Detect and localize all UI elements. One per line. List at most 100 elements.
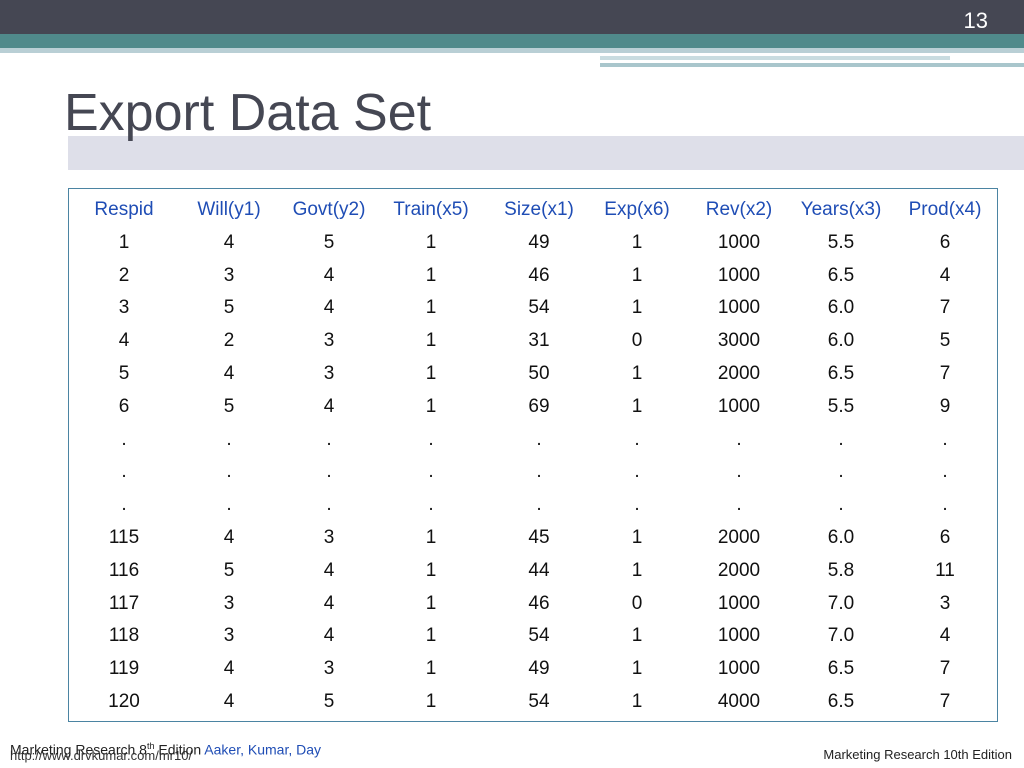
column-header: Prod(x4) xyxy=(908,199,982,220)
table-cell: 119 xyxy=(108,658,140,680)
table-cell: 54 xyxy=(528,297,550,319)
table-cell: 1000 xyxy=(717,592,761,614)
table-cell: 115 xyxy=(108,527,140,548)
table-cell: 7 xyxy=(939,658,951,680)
column-header: Years(x3) xyxy=(800,199,882,220)
table-cell: 4 xyxy=(223,363,235,384)
footer-edition: Edition xyxy=(154,741,205,758)
table-cell: 5.5 xyxy=(827,395,855,417)
table-cell: 2000 xyxy=(717,559,761,581)
table-cell: 6.0 xyxy=(827,527,855,548)
table-cell: . xyxy=(838,428,844,450)
teal-banner xyxy=(0,34,1024,48)
table-cell: 4 xyxy=(118,330,130,352)
table-cell: . xyxy=(942,428,948,450)
table-cell: 5.5 xyxy=(827,231,855,253)
table-cell: 1 xyxy=(425,592,437,614)
table-cell: 1 xyxy=(425,658,437,680)
table-cell: 1 xyxy=(631,264,643,286)
table-cell: 69 xyxy=(528,395,550,417)
table-cell: . xyxy=(226,428,232,450)
top-banner xyxy=(0,0,1024,34)
table-cell: 49 xyxy=(528,231,550,253)
table-cell: 3 xyxy=(323,527,335,548)
table-cell: . xyxy=(121,461,127,483)
table-cell: 4 xyxy=(223,231,235,253)
table-cell: 1 xyxy=(425,691,437,712)
table-cell: . xyxy=(326,461,332,483)
table-cell: 1 xyxy=(425,264,437,286)
table-cell: 1 xyxy=(631,395,643,417)
column-header: Govt(y2) xyxy=(292,199,366,220)
table-cell: 1000 xyxy=(717,297,761,319)
table-cell: . xyxy=(736,494,742,516)
table-cell: 5 xyxy=(223,297,235,319)
table-cell: 3 xyxy=(323,363,335,384)
column-header: Exp(x6) xyxy=(604,199,670,220)
table-cell: 6.0 xyxy=(827,297,855,319)
table-cell: 5 xyxy=(323,691,335,712)
table-cell: . xyxy=(121,494,127,516)
table-cell: 4000 xyxy=(717,691,761,712)
table-cell: 4 xyxy=(223,658,235,680)
table-cell: 4 xyxy=(323,395,335,417)
table-cell: . xyxy=(428,494,434,516)
table-cell: 3 xyxy=(223,592,235,614)
table-cell: 5.8 xyxy=(827,559,855,581)
table-cell: 1000 xyxy=(717,264,761,286)
table-cell: 3000 xyxy=(717,330,761,352)
table-cell: 4 xyxy=(939,625,951,647)
table-cell: 1 xyxy=(425,527,437,548)
column-header: Respid xyxy=(94,199,154,220)
table-cell: . xyxy=(736,428,742,450)
table-cell: . xyxy=(326,494,332,516)
table-cell: 7 xyxy=(939,363,951,384)
table-cell: 0 xyxy=(631,592,643,614)
table-cell: 5 xyxy=(118,363,130,384)
table-cell: 1 xyxy=(425,395,437,417)
table-cell: . xyxy=(634,428,640,450)
table-cell: 118 xyxy=(108,625,140,647)
table-cell: 3 xyxy=(223,625,235,647)
table-cell: 50 xyxy=(528,363,550,384)
table-cell: 6.5 xyxy=(827,691,855,712)
table-cell: 2000 xyxy=(717,363,761,384)
table-cell: 117 xyxy=(108,592,140,614)
table-cell: 45 xyxy=(528,527,550,548)
table-cell: 44 xyxy=(528,559,550,581)
table-cell: 2 xyxy=(118,264,130,286)
data-table: Respid Will(y1) Govt(y2) Train(x5) Size(x1) E… xyxy=(68,188,998,722)
table-cell: 3 xyxy=(939,592,951,614)
table-cell: 1 xyxy=(631,527,643,548)
table-cell: 5 xyxy=(323,231,335,253)
table-cell: 4 xyxy=(323,625,335,647)
table-cell: 7.0 xyxy=(827,625,855,647)
table-cell: . xyxy=(536,428,542,450)
footer-book: Marketing Research 8 xyxy=(10,741,147,758)
table-cell: 4 xyxy=(323,264,335,286)
table-cell: 4 xyxy=(323,559,335,581)
table-cell: . xyxy=(536,494,542,516)
accent-line xyxy=(600,63,1024,67)
table-cell: 4 xyxy=(939,264,951,286)
table-cell: 1 xyxy=(631,231,643,253)
table-cell: 1 xyxy=(425,330,437,352)
table-cell: 6 xyxy=(118,395,130,417)
table-cell: 54 xyxy=(528,691,550,712)
table-cell: . xyxy=(536,461,542,483)
slide-number: 13 xyxy=(963,8,988,33)
table-cell: 5 xyxy=(939,330,951,352)
table-cell: 46 xyxy=(528,264,550,286)
table-cell: 1 xyxy=(631,297,643,319)
table-cell: 2 xyxy=(223,330,235,352)
table-cell: 9 xyxy=(939,395,951,417)
table-cell: . xyxy=(226,461,232,483)
column-header: Will(y1) xyxy=(197,199,261,220)
table-cell: 1 xyxy=(631,559,643,581)
table-cell: . xyxy=(634,494,640,516)
accent-line xyxy=(600,56,950,60)
table-cell: 5 xyxy=(223,395,235,417)
table-cell: 1 xyxy=(425,231,437,253)
table-cell: . xyxy=(838,494,844,516)
column-header: Train(x5) xyxy=(393,199,469,220)
